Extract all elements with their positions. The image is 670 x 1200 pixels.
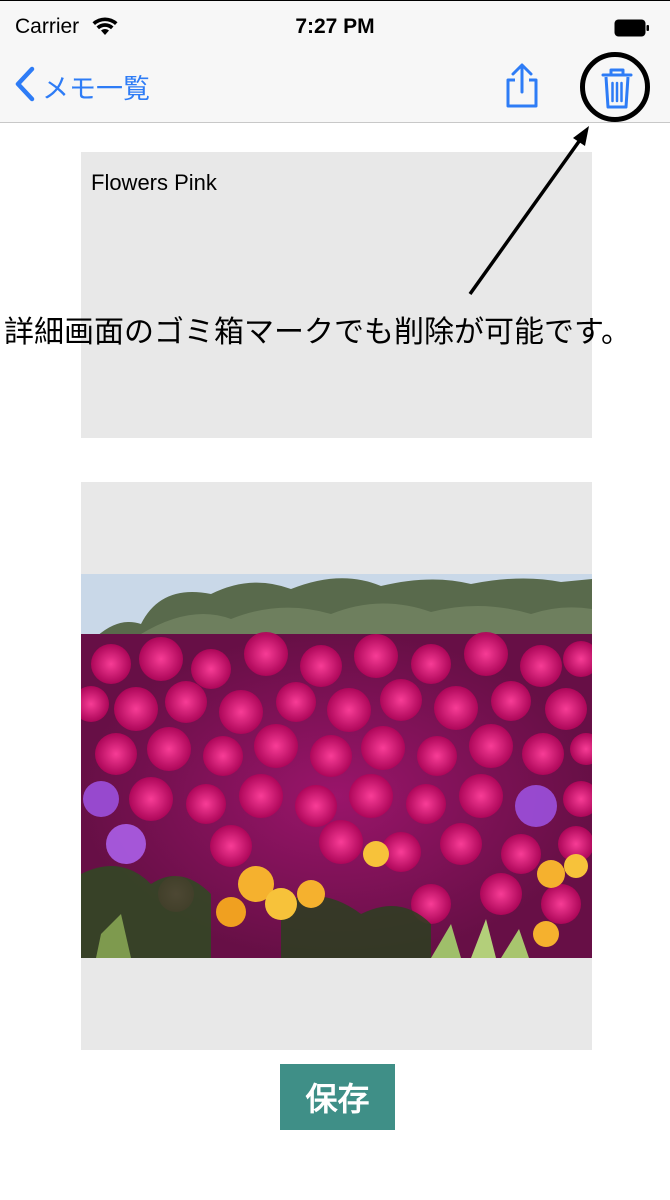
annotation-text: 詳細画面のゴミ箱マークでも削除が可能です。 [4,316,631,349]
flower-photo [81,574,592,958]
image-container[interactable] [81,482,592,1050]
save-button[interactable]: 保存 [280,1064,395,1130]
screen: Carrier 7:27 PM メモ一覧 Flowers Pink 詳細画面のゴ… [0,0,670,1200]
